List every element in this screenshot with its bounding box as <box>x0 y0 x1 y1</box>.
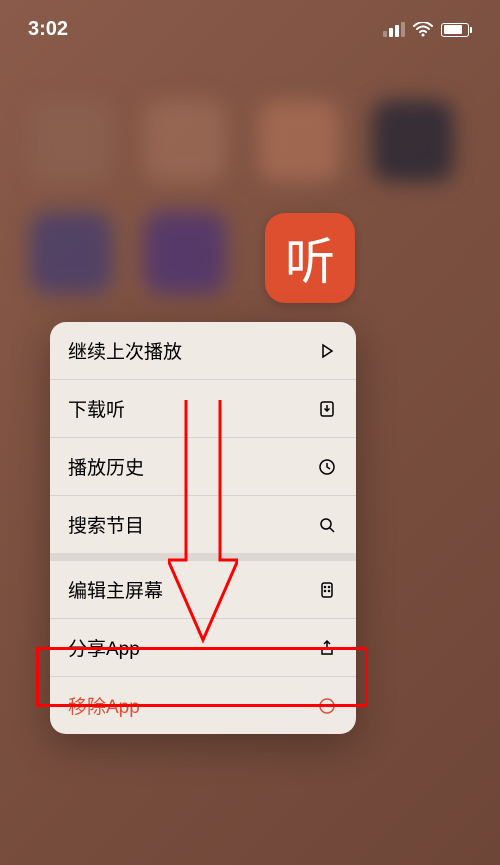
menu-label: 下载听 <box>68 395 125 422</box>
context-menu: 继续上次播放 下载听 播放历史 搜索节目 编辑主屏幕 分享App 移除 <box>50 322 356 734</box>
apps-icon <box>316 579 338 601</box>
menu-label: 移除App <box>68 692 140 719</box>
status-time: 3:02 <box>28 18 68 41</box>
menu-label: 播放历史 <box>68 453 144 480</box>
play-icon <box>316 340 338 362</box>
home-screen-apps-blurred <box>0 100 500 294</box>
menu-separator <box>50 553 356 561</box>
app-icon-ximalaya[interactable]: 听 <box>265 213 355 303</box>
menu-label: 分享App <box>68 634 140 661</box>
search-icon <box>316 514 338 536</box>
menu-item-download[interactable]: 下载听 <box>50 380 356 438</box>
share-icon <box>316 637 338 659</box>
menu-label: 继续上次播放 <box>68 337 182 364</box>
menu-item-history[interactable]: 播放历史 <box>50 438 356 496</box>
download-icon <box>316 398 338 420</box>
menu-label: 编辑主屏幕 <box>68 576 163 603</box>
clock-icon <box>316 456 338 478</box>
status-icons <box>383 22 472 37</box>
wifi-icon <box>413 22 433 37</box>
menu-item-edit-home[interactable]: 编辑主屏幕 <box>50 561 356 619</box>
cellular-signal-icon <box>383 22 405 37</box>
remove-icon <box>316 695 338 717</box>
menu-label: 搜索节目 <box>68 511 144 538</box>
menu-item-remove-app[interactable]: 移除App <box>50 677 356 734</box>
status-bar: 3:02 <box>0 0 500 41</box>
menu-item-continue-play[interactable]: 继续上次播放 <box>50 322 356 380</box>
menu-item-share[interactable]: 分享App <box>50 619 356 677</box>
menu-item-search[interactable]: 搜索节目 <box>50 496 356 553</box>
battery-icon <box>441 23 472 37</box>
app-icon-glyph: 听 <box>285 222 335 294</box>
